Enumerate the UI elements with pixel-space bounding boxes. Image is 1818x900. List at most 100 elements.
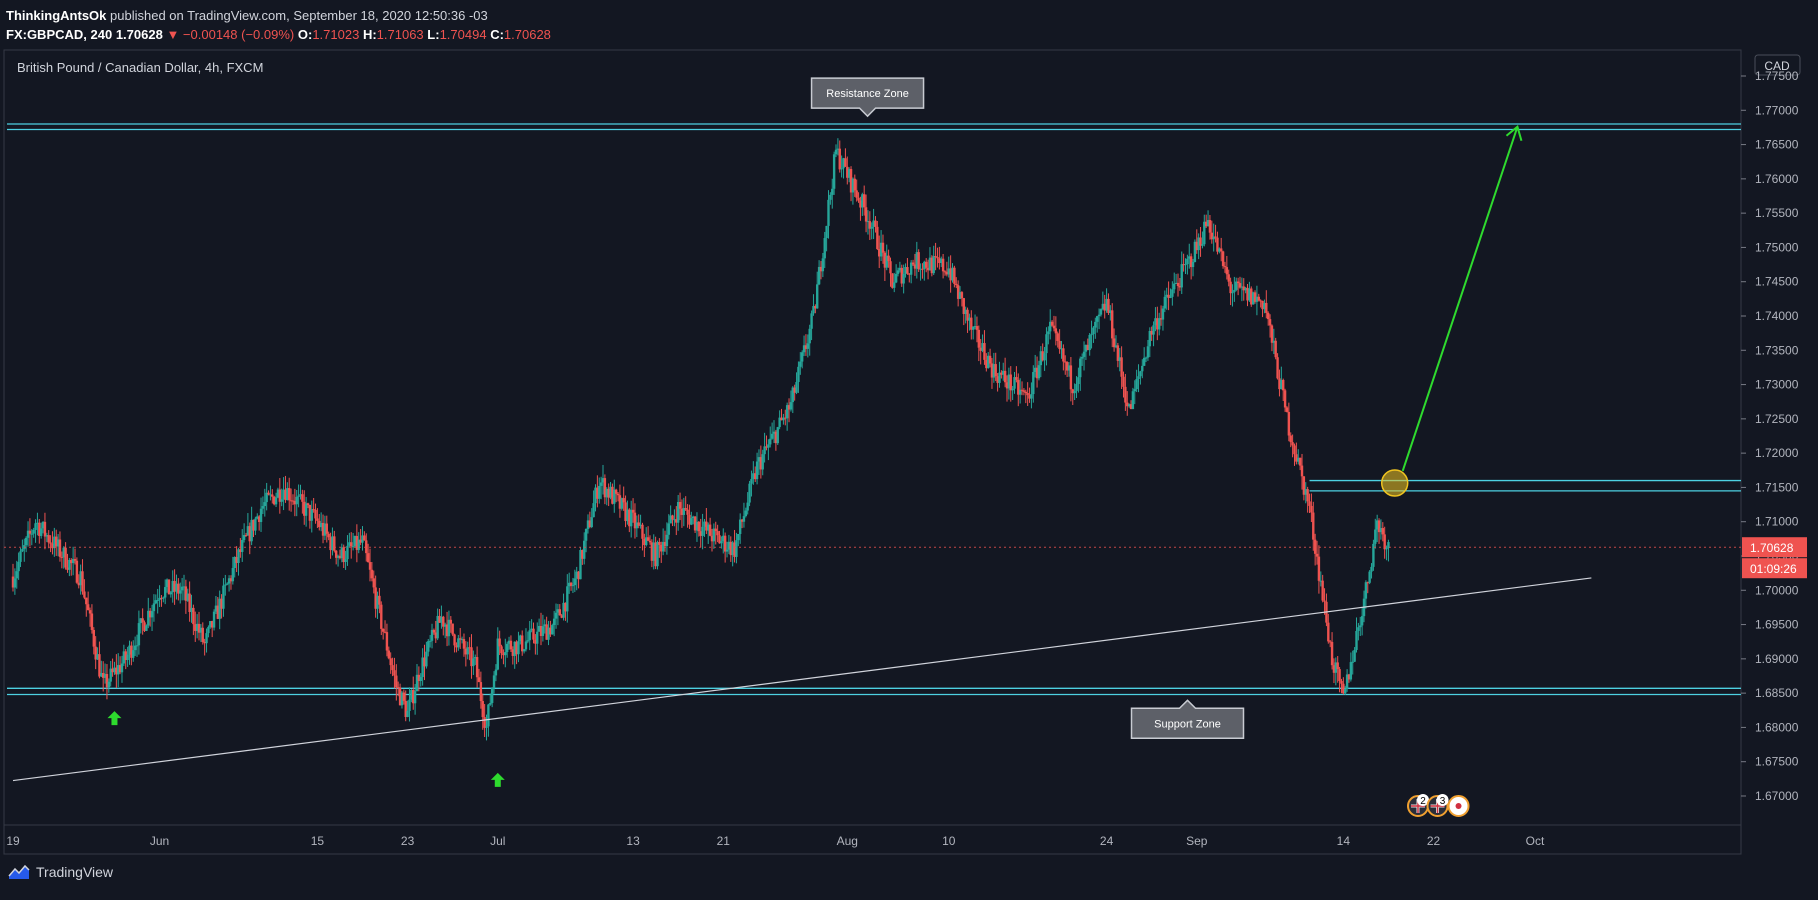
candle-body[interactable]: [701, 526, 704, 536]
candle-body[interactable]: [827, 199, 830, 226]
candle-body[interactable]: [1163, 296, 1167, 309]
candle-body[interactable]: [152, 603, 156, 612]
candle-body[interactable]: [1144, 357, 1148, 359]
candle-body[interactable]: [224, 584, 227, 586]
candle-body[interactable]: [179, 590, 182, 594]
candle-body[interactable]: [107, 681, 111, 688]
candle-body[interactable]: [816, 284, 819, 309]
candle-body[interactable]: [1075, 384, 1078, 391]
candle-body[interactable]: [462, 639, 466, 649]
candle-body[interactable]: [808, 328, 811, 344]
candle-body[interactable]: [169, 592, 173, 595]
candle-body[interactable]: [902, 273, 905, 284]
candle-body[interactable]: [678, 502, 682, 509]
candle-body[interactable]: [1344, 689, 1347, 694]
candle-body[interactable]: [1364, 582, 1368, 599]
candle-body[interactable]: [494, 669, 498, 676]
candle-body[interactable]: [1293, 445, 1296, 455]
candle-body[interactable]: [614, 489, 618, 494]
candle-body[interactable]: [254, 518, 257, 531]
candle-body[interactable]: [425, 651, 428, 667]
candle-body[interactable]: [85, 597, 88, 605]
candle-body[interactable]: [21, 549, 24, 552]
candle-body[interactable]: [1003, 370, 1007, 383]
candle-body[interactable]: [1287, 411, 1291, 436]
candle-body[interactable]: [671, 515, 674, 520]
candle-body[interactable]: [881, 242, 885, 253]
candle-body[interactable]: [737, 534, 740, 541]
candle-body[interactable]: [789, 402, 793, 410]
candle-body[interactable]: [1330, 642, 1334, 666]
candle-body[interactable]: [795, 382, 798, 393]
candle-body[interactable]: [427, 641, 430, 652]
candle-body[interactable]: [755, 461, 759, 480]
candle-body[interactable]: [432, 629, 436, 633]
tradingview-brand[interactable]: TradingView: [36, 864, 113, 880]
candle-body[interactable]: [406, 710, 409, 718]
candle-body[interactable]: [887, 255, 890, 262]
candle-body[interactable]: [498, 638, 501, 647]
candle-body[interactable]: [1315, 553, 1319, 557]
candle-body[interactable]: [1176, 282, 1180, 287]
candle-body[interactable]: [295, 496, 298, 505]
candle-body[interactable]: [723, 535, 727, 552]
candle-body[interactable]: [350, 542, 353, 547]
candle-body[interactable]: [988, 355, 992, 364]
candle-body[interactable]: [551, 625, 554, 635]
candle-body[interactable]: [1283, 390, 1287, 408]
candle-body[interactable]: [1097, 314, 1101, 317]
candle-body[interactable]: [1141, 365, 1144, 372]
candle-body[interactable]: [896, 270, 900, 274]
candle-body[interactable]: [1090, 334, 1093, 336]
candle-body[interactable]: [1357, 627, 1360, 631]
candle-body[interactable]: [1111, 310, 1114, 339]
candle-body[interactable]: [13, 578, 17, 588]
candle-body[interactable]: [1221, 251, 1225, 267]
candle-body[interactable]: [616, 493, 620, 496]
candle-body[interactable]: [271, 494, 274, 497]
candle-body[interactable]: [1289, 435, 1292, 443]
candle-body[interactable]: [325, 523, 328, 534]
candle-body[interactable]: [86, 604, 90, 611]
candle-body[interactable]: [301, 494, 304, 502]
candle-body[interactable]: [894, 273, 898, 283]
candle-body[interactable]: [936, 257, 939, 259]
candle-body[interactable]: [800, 352, 804, 362]
candle-body[interactable]: [738, 519, 742, 535]
candle-body[interactable]: [346, 545, 349, 560]
candle-body[interactable]: [28, 530, 32, 534]
candle-body[interactable]: [43, 521, 47, 537]
candle-body[interactable]: [17, 561, 20, 572]
candle-body[interactable]: [1214, 236, 1217, 238]
candle-body[interactable]: [583, 540, 586, 559]
candle-body[interactable]: [1095, 316, 1099, 322]
candle-body[interactable]: [1079, 358, 1082, 378]
candle-body[interactable]: [297, 495, 300, 497]
candle-body[interactable]: [857, 197, 860, 201]
candle-body[interactable]: [1359, 625, 1362, 628]
candle-body[interactable]: [120, 663, 124, 673]
candle-body[interactable]: [1300, 465, 1304, 477]
candle-body[interactable]: [156, 600, 159, 602]
candle-body[interactable]: [598, 485, 601, 499]
candle-body[interactable]: [573, 578, 577, 586]
candle-body[interactable]: [1135, 379, 1138, 390]
candle-body[interactable]: [690, 518, 693, 525]
candle-body[interactable]: [893, 282, 896, 288]
candle-body[interactable]: [385, 632, 389, 651]
candle-body[interactable]: [1374, 529, 1377, 544]
candle-body[interactable]: [75, 560, 79, 583]
candle-body[interactable]: [64, 547, 67, 568]
candle-body[interactable]: [934, 256, 937, 258]
candle-body[interactable]: [162, 597, 165, 599]
candle-body[interactable]: [528, 630, 531, 641]
candle-body[interactable]: [280, 499, 283, 502]
candle-body[interactable]: [366, 553, 370, 563]
candle-body[interactable]: [368, 562, 372, 570]
candle-body[interactable]: [1191, 261, 1195, 268]
candle-body[interactable]: [1223, 266, 1227, 268]
candle-body[interactable]: [977, 329, 981, 348]
candle-body[interactable]: [212, 611, 216, 628]
candle-body[interactable]: [1323, 600, 1326, 602]
candle-body[interactable]: [49, 542, 52, 544]
